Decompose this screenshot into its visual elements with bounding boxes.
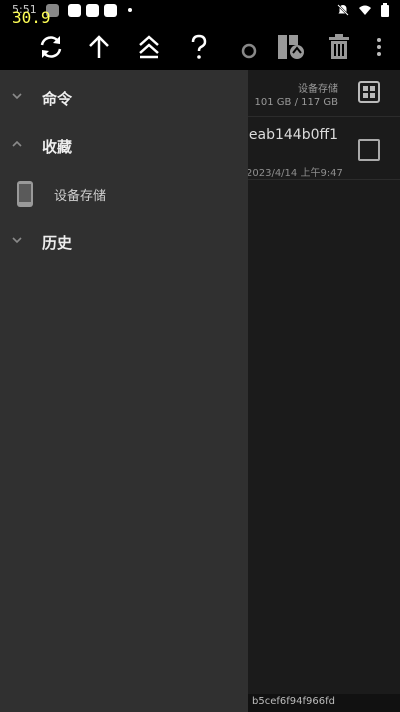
file-date: 2023/4/14 上午9:47 — [246, 168, 343, 179]
bookmark-device-storage[interactable]: 设备存储 — [0, 170, 248, 218]
chevron-down-icon — [12, 93, 22, 100]
section-label: 收藏 — [42, 138, 73, 156]
toolbar — [0, 24, 400, 70]
section-history[interactable]: 历史 — [0, 218, 248, 266]
bookmark-label: 设备存储 — [54, 189, 107, 204]
section-label: 历史 — [42, 234, 73, 252]
delete-icon — [329, 34, 349, 59]
paste-button[interactable] — [274, 30, 308, 64]
status-bar: 5:51 30.9 — [0, 0, 400, 27]
collapse-button[interactable] — [132, 30, 166, 64]
notification-icon — [104, 4, 117, 17]
status-icons — [336, 3, 390, 17]
notification-icon — [68, 4, 81, 17]
storage-name: 设备存储 — [298, 84, 338, 95]
storage-size: 101 GB / 117 GB — [254, 97, 338, 108]
grid-view-icon[interactable] — [358, 81, 380, 103]
wifi-icon — [359, 5, 371, 15]
up-button[interactable] — [82, 30, 116, 64]
chevron-up-icon — [12, 140, 22, 147]
path-text: b5cef6f94f966fd — [252, 696, 335, 707]
refresh-icon — [40, 36, 62, 58]
navigation-drawer: 命令 收藏 设备存储 历史 — [0, 70, 248, 712]
delete-button[interactable] — [322, 30, 356, 64]
help-button[interactable] — [182, 30, 216, 64]
refresh-button[interactable] — [34, 30, 68, 64]
phone-icon — [17, 181, 33, 207]
more-icon — [377, 38, 381, 56]
help-icon — [191, 34, 207, 59]
chevron-down-icon — [12, 237, 22, 244]
cut-button[interactable] — [232, 30, 266, 64]
battery-icon — [381, 3, 389, 17]
notification-icon — [86, 4, 99, 17]
more-button[interactable] — [364, 30, 394, 64]
section-label: 命令 — [42, 90, 73, 108]
collapse-icon — [139, 35, 159, 59]
section-bookmarks[interactable]: 收藏 — [0, 122, 248, 170]
select-checkbox[interactable] — [358, 139, 380, 161]
bell-off-icon — [337, 4, 349, 16]
cut-icon — [241, 43, 257, 59]
file-name: 0eab144b0ff1 — [240, 127, 339, 143]
path-bar: b5cef6f94f966fd — [248, 694, 400, 712]
up-arrow-icon — [89, 35, 109, 58]
section-commands[interactable]: 命令 — [0, 74, 248, 122]
paste-icon — [278, 35, 304, 59]
notification-dot-icon — [128, 8, 132, 12]
